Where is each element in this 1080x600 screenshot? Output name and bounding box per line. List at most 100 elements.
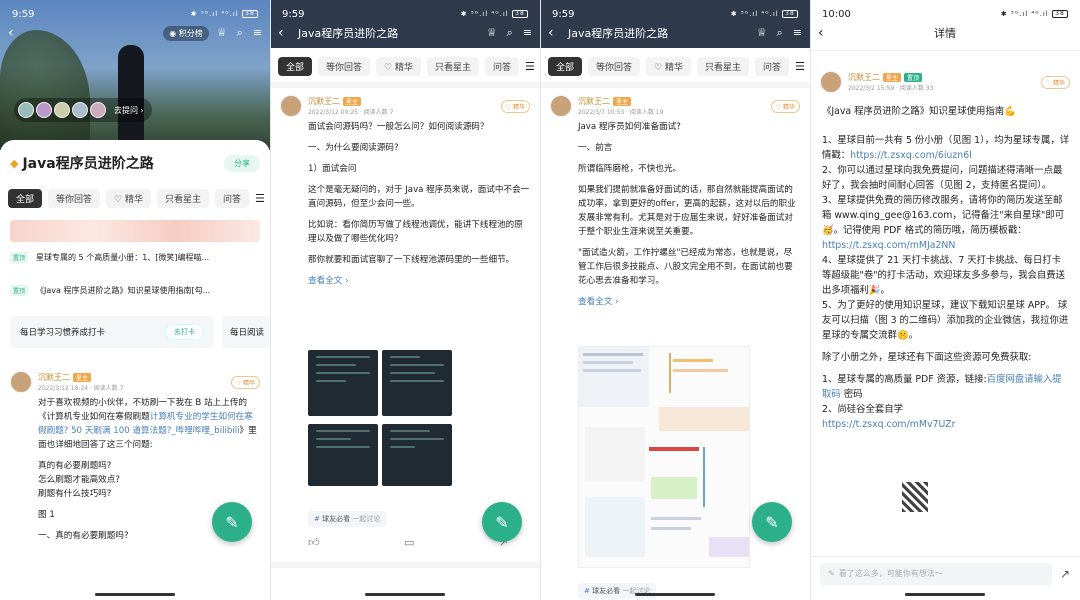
- tab-qa[interactable]: 问答: [755, 56, 790, 76]
- ask-bar[interactable]: 去提问 ›: [14, 98, 152, 122]
- avatar[interactable]: [280, 95, 302, 117]
- tab-owner[interactable]: 只看星主: [156, 188, 209, 208]
- link[interactable]: https://t.zsxq.com/mMJa2NN: [822, 240, 955, 251]
- tab-essence[interactable]: ♡ 精华: [106, 188, 151, 208]
- back-icon[interactable]: ‹: [818, 25, 838, 41]
- phone-screen-1: 9:59 ✱ ⁵ᴳ.ıl ⁴ᴳ.ıl 38 ‹ ◉ 积分榜 ♕ ⌕ ≡ 去提问 …: [0, 0, 270, 600]
- mindmap-image[interactable]: [578, 346, 750, 568]
- list-icon[interactable]: ☰: [525, 60, 535, 73]
- tab-essence[interactable]: ♡ 精华: [376, 56, 421, 76]
- filter-tabs: 全部 等你回答 ♡ 精华 只看星主 问答 ☰: [0, 186, 270, 210]
- avatar[interactable]: [550, 95, 572, 117]
- page-title: 详情: [934, 27, 956, 40]
- search-icon[interactable]: ⌕: [507, 26, 513, 40]
- signal-icons: ✱ ⁵ᴳ.ıl ⁴ᴳ.ıl 38: [731, 10, 798, 18]
- back-icon[interactable]: ‹: [548, 25, 568, 41]
- trophy-icon[interactable]: ♕: [487, 26, 497, 40]
- divider: [270, 0, 271, 600]
- essence-badge: ♡ 精华: [770, 99, 800, 113]
- comment-icon[interactable]: ▭: [404, 536, 414, 549]
- tab-awaiting[interactable]: 等你回答: [48, 188, 101, 208]
- code-screenshot[interactable]: [308, 350, 378, 416]
- tab-owner[interactable]: 只看星主: [426, 56, 479, 76]
- trophy-icon[interactable]: ♕: [757, 26, 767, 40]
- clock: 9:59: [282, 8, 305, 20]
- topic-tag[interactable]: # 球友必看 一起讨论: [308, 506, 387, 527]
- compose-fab[interactable]: ✎: [752, 502, 792, 542]
- read-more-link[interactable]: 查看全文 ›: [280, 274, 530, 286]
- phone-screen-3: 9:59 ✱ ⁵ᴳ.ıl ⁴ᴳ.ıl 38 ‹ Java程序员进阶之路 ♕ ⌕ …: [540, 0, 810, 600]
- more-icon[interactable]: ≡: [253, 26, 262, 40]
- top-nav: ‹ 详情: [810, 20, 1080, 46]
- diamond-icon: ◆: [10, 156, 19, 170]
- link[interactable]: https://t.zsxq.com/mMv7UZr: [822, 419, 955, 430]
- divider: [540, 82, 810, 88]
- list-icon[interactable]: ☰: [255, 192, 265, 205]
- essence-badge: ♡ 精华: [1040, 75, 1070, 89]
- checkin-button[interactable]: 去打卡: [165, 324, 204, 340]
- post-meta: 2022/3/12 18:24 · 阅读人数 7: [38, 385, 124, 392]
- code-screenshot[interactable]: [382, 424, 452, 486]
- back-icon[interactable]: ‹: [8, 25, 28, 41]
- tab-qa[interactable]: 问答: [485, 56, 520, 76]
- battery-icon: 38: [1052, 10, 1068, 18]
- tab-qa[interactable]: 问答: [215, 188, 250, 208]
- tab-all[interactable]: 全部: [548, 56, 583, 76]
- like-icon[interactable]: 👍︎: [308, 536, 320, 549]
- back-icon[interactable]: ‹: [278, 25, 298, 41]
- page-title: Java程序员进阶之路: [568, 27, 669, 40]
- link[interactable]: https://t.zsxq.com/6iuzn6l: [850, 150, 972, 161]
- pinned-item[interactable]: 置顶 《Java 程序员进阶之路》知识星球使用指南[勾...: [10, 285, 260, 296]
- author-name[interactable]: 沉默王二: [578, 97, 610, 106]
- phone-screen-2: 9:59 ✱ ⁵ᴳ.ıl ⁴ᴳ.ıl 38 ‹ Java程序员进阶之路 ♕ ⌕ …: [270, 0, 540, 600]
- post-meta: 2022/3/2 15:59 · 阅读人数 33: [848, 85, 934, 92]
- clock: 9:59: [12, 8, 35, 20]
- tab-all[interactable]: 全部: [8, 188, 43, 208]
- post-body: 《Java 程序员进阶之路》知识星球使用指南💪 1、星球目前一共有 5 份小册（…: [822, 106, 1070, 430]
- home-indicator: [635, 593, 715, 596]
- tab-awaiting[interactable]: 等你回答: [588, 56, 641, 76]
- comment-bar: ✎ 看了这么多，可能你有想法～ ↗: [810, 556, 1080, 590]
- planet-header: ◆ Java程序员进阶之路 分享: [10, 152, 260, 174]
- code-screenshot[interactable]: [382, 350, 452, 416]
- code-screenshot[interactable]: [308, 424, 378, 486]
- comment-input[interactable]: ✎ 看了这么多，可能你有想法～: [820, 562, 1052, 585]
- person-silhouette: [118, 45, 144, 145]
- search-icon[interactable]: ⌕: [237, 26, 243, 40]
- list-icon[interactable]: ☰: [795, 60, 805, 73]
- screens-row: 9:59 ✱ ⁵ᴳ.ıl ⁴ᴳ.ıl 38 ‹ ◉ 积分榜 ♕ ⌕ ≡ 去提问 …: [0, 0, 1080, 600]
- compose-fab[interactable]: ✎: [482, 502, 522, 542]
- tab-awaiting[interactable]: 等你回答: [318, 56, 371, 76]
- edit-icon: ✎: [828, 569, 835, 578]
- avatar[interactable]: [820, 71, 842, 93]
- battery-icon: 38: [242, 10, 258, 18]
- tab-all[interactable]: 全部: [278, 56, 313, 76]
- post-meta: 2022/3/7 10:53 · 阅读人数 19: [578, 109, 664, 116]
- share-icon[interactable]: ↗: [1060, 567, 1070, 581]
- pinned-item[interactable]: 置顶 星球专属的 5 个高质量小册：1、[微笑]编程喵...: [10, 252, 260, 263]
- home-indicator: [905, 593, 985, 596]
- share-button[interactable]: 分享: [224, 154, 260, 172]
- author-name[interactable]: 沉默王二: [38, 373, 70, 382]
- checkin-card[interactable]: 每日学习习惯养成打卡 去打卡: [10, 316, 214, 348]
- checkin-card[interactable]: 每日阅读: [222, 316, 270, 348]
- compose-fab[interactable]: ✎: [212, 502, 252, 542]
- battery-icon: 38: [512, 10, 528, 18]
- trophy-icon[interactable]: ♕: [217, 26, 227, 40]
- search-icon[interactable]: ⌕: [777, 26, 783, 40]
- home-indicator: [95, 593, 175, 596]
- leaderboard-button[interactable]: ◉ 积分榜: [163, 25, 209, 41]
- author-name[interactable]: 沉默王二: [308, 97, 340, 106]
- author-name[interactable]: 沉默王二: [848, 73, 880, 82]
- filter-tabs: 全部 等你回答 ♡ 精华 只看星主 问答 ☰: [540, 54, 810, 78]
- more-icon[interactable]: ≡: [793, 26, 802, 40]
- essence-badge: ♡ 精华: [230, 375, 260, 389]
- tab-owner[interactable]: 只看星主: [696, 56, 749, 76]
- more-icon[interactable]: ≡: [523, 26, 532, 40]
- ask-label: 去提问 ›: [114, 105, 144, 115]
- tab-essence[interactable]: ♡ 精华: [646, 56, 691, 76]
- action-row: 👍︎ ▭ ↗: [308, 536, 508, 549]
- avatar[interactable]: [10, 371, 32, 393]
- top-nav: ‹ ◉ 积分榜 ♕ ⌕ ≡: [0, 20, 270, 46]
- read-more-link[interactable]: 查看全文 ›: [550, 295, 800, 307]
